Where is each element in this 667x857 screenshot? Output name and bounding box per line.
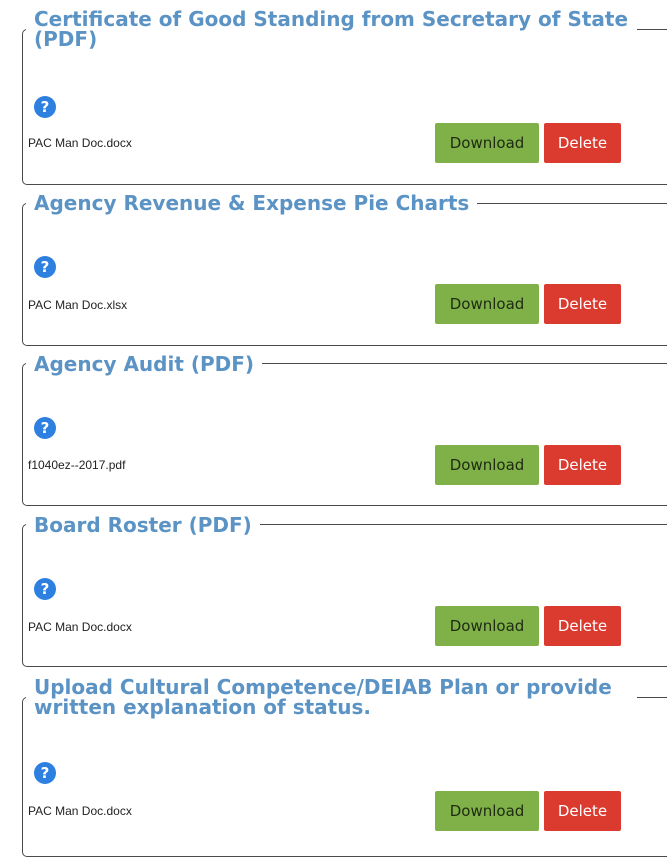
section-title-line-1: Agency Revenue & Expense Pie Charts	[34, 191, 470, 215]
section-title-line-1: Board Roster (PDF)	[34, 513, 252, 537]
section-title: Upload Cultural Competence/DEIAB Plan or…	[26, 677, 637, 717]
delete-button[interactable]: Delete	[544, 284, 621, 324]
section-border	[22, 697, 667, 857]
download-button[interactable]: Download	[435, 123, 539, 163]
file-name: f1040ez--2017.pdf	[28, 458, 126, 472]
section-title-line-1: Upload Cultural Competence/DEIAB Plan or…	[34, 675, 612, 699]
section-title-line-1: Certificate of Good Standing from Secret…	[34, 7, 629, 31]
section-title: Certificate of Good Standing from Secret…	[26, 9, 637, 49]
section-title: Board Roster (PDF)	[26, 515, 260, 535]
download-button[interactable]: Download	[435, 606, 539, 646]
help-icon[interactable]: ?	[34, 762, 56, 784]
section-title: Agency Audit (PDF)	[26, 352, 263, 376]
section-border	[22, 203, 667, 346]
section-title-line-2: (PDF)	[34, 27, 98, 51]
help-icon[interactable]: ?	[34, 256, 56, 278]
download-button[interactable]: Download	[435, 284, 539, 324]
file-name: PAC Man Doc.docx	[28, 804, 132, 818]
delete-button[interactable]: Delete	[544, 791, 621, 831]
file-name: PAC Man Doc.xlsx	[28, 298, 128, 312]
help-icon[interactable]: ?	[34, 417, 56, 439]
download-button[interactable]: Download	[435, 445, 539, 485]
file-name: PAC Man Doc.docx	[28, 620, 132, 634]
help-icon[interactable]: ?	[34, 578, 56, 600]
file-name: PAC Man Doc.docx	[28, 136, 132, 150]
section-title-line-2: written explanation of status.	[34, 695, 371, 719]
download-button[interactable]: Download	[435, 791, 539, 831]
delete-button[interactable]: Delete	[544, 123, 621, 163]
help-icon[interactable]: ?	[34, 96, 56, 118]
section-title: Agency Revenue & Expense Pie Charts	[26, 191, 478, 215]
delete-button[interactable]: Delete	[544, 445, 621, 485]
section-title-line-1: Agency Audit (PDF)	[34, 352, 255, 376]
delete-button[interactable]: Delete	[544, 606, 621, 646]
